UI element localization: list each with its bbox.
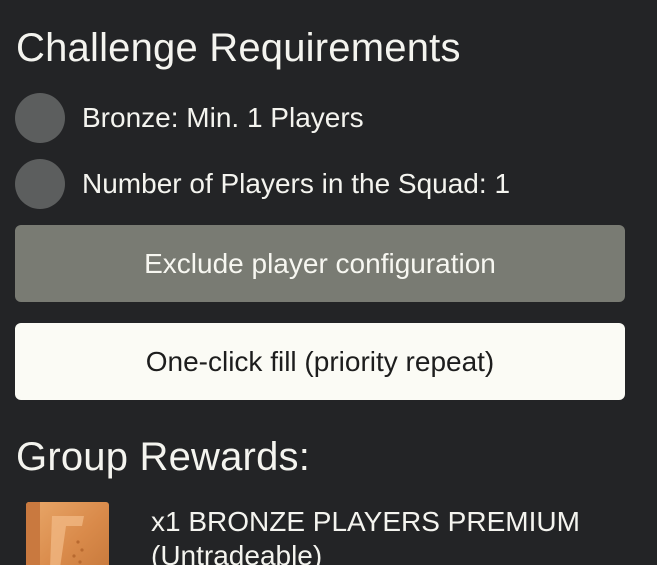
bronze-pack-icon [26,502,109,565]
requirement-item: Bronze: Min. 1 Players [15,93,364,143]
group-rewards-title: Group Rewards: [16,435,311,479]
requirement-label: Bronze: Min. 1 Players [82,102,364,133]
requirement-status-icon [15,159,65,209]
requirement-item: Number of Players in the Squad: 1 [15,159,510,209]
requirement-status-icon [15,93,65,143]
one-click-fill-button[interactable]: One-click fill (priority repeat) [15,323,625,400]
exclude-player-configuration-button[interactable]: Exclude player configuration [15,225,625,302]
requirements-title: Challenge Requirements [16,26,461,70]
requirement-label: Number of Players in the Squad: 1 [82,168,511,199]
reward-label: x1 BRONZE PLAYERS PREMIUM (Untradeable) [151,506,580,565]
challenge-panel: Challenge Requirements Bronze: Min. 1 Pl… [0,0,657,565]
reward-item: x1 BRONZE PLAYERS PREMIUM (Untradeable) [26,502,646,565]
